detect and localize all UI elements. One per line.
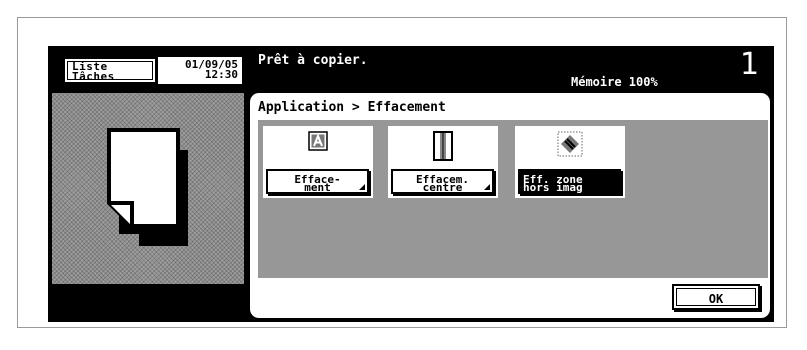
job-list-label-line2: Tâches [72, 70, 115, 83]
memory-indicator: Mémoire 100% [571, 75, 658, 89]
ok-label: OK [708, 292, 724, 306]
letter-a-frame-icon [308, 131, 328, 151]
time-text: 12:30 [204, 68, 238, 81]
center-erase-label-line2: centre [422, 181, 463, 194]
frame-erase-button[interactable]: Efface- ment [266, 169, 369, 194]
copy-count: 1 [740, 47, 760, 82]
frame-erase-tile: Efface- ment [263, 126, 373, 198]
center-erase-icon [433, 131, 453, 161]
non-image-erase-button[interactable]: Eff. zone hors imag [518, 169, 621, 194]
non-image-area-icon [557, 131, 583, 157]
job-list-button[interactable]: Liste Tâches [63, 57, 157, 84]
center-erase-button[interactable]: Effacem. centre [391, 169, 494, 194]
non-image-erase-label-line2: hors imag [523, 181, 583, 194]
center-erase-tile: Effacem. centre [388, 126, 498, 198]
frame-erase-label-line2: ment [304, 181, 331, 194]
corner-arrow-icon [359, 184, 365, 190]
corner-arrow-icon [484, 184, 490, 190]
page-preview-icon [107, 128, 188, 246]
date-time-display: 01/09/05 12:30 [158, 57, 242, 84]
ok-button[interactable]: OK [672, 284, 760, 310]
document-preview [52, 93, 244, 284]
non-image-erase-tile: Eff. zone hors imag [515, 126, 625, 198]
status-message: Prêt à copier. [258, 53, 368, 68]
breadcrumb: Application > Effacement [258, 100, 446, 115]
status-strip [52, 287, 244, 319]
